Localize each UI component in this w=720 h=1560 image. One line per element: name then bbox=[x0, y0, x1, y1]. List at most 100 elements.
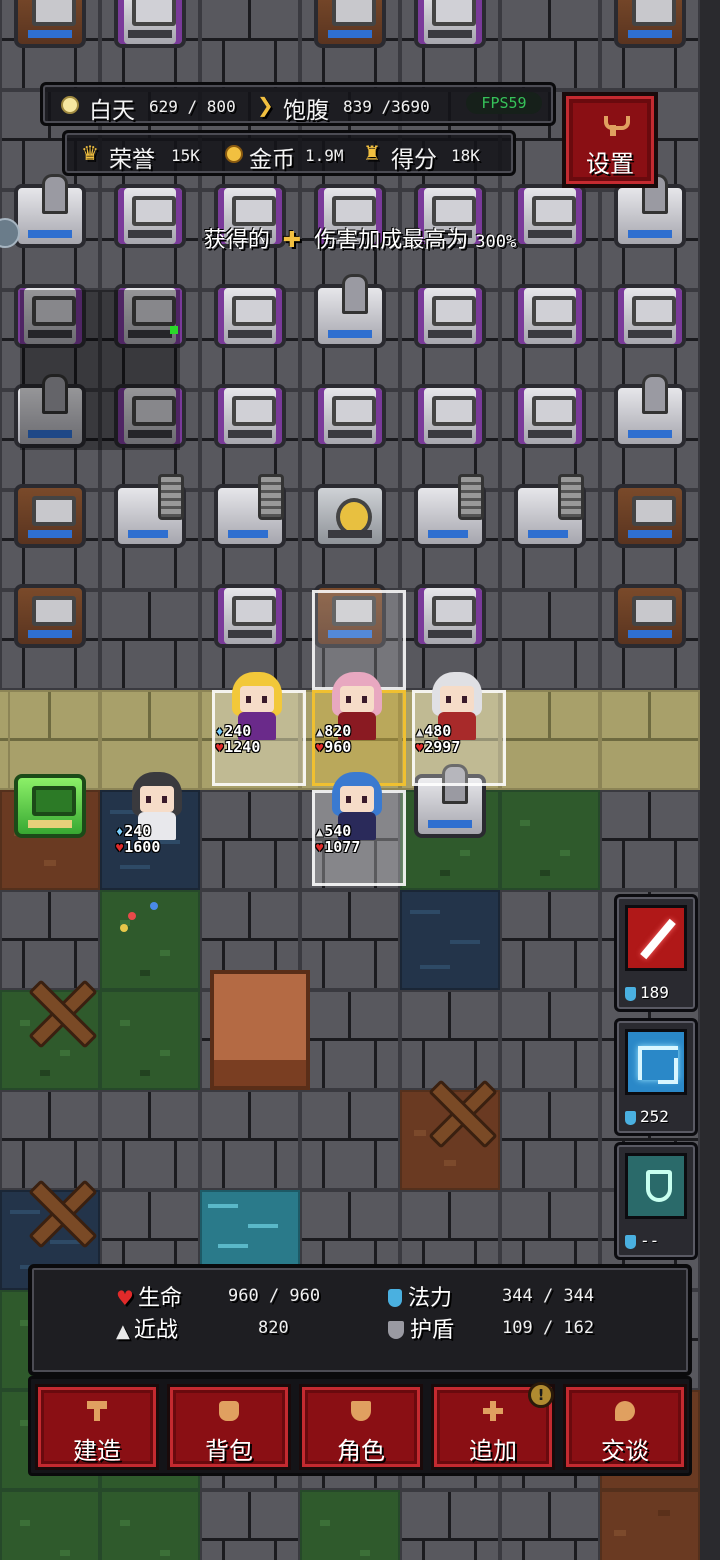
purple-machine bbox=[110, 0, 190, 54]
heart-icon: ♥ bbox=[316, 741, 324, 755]
character-icon bbox=[351, 1401, 371, 1421]
day-value: 629 / 800 bbox=[149, 97, 236, 116]
green-machine bbox=[10, 766, 90, 844]
turret-machine bbox=[310, 274, 390, 354]
machine-body bbox=[214, 384, 286, 448]
backpack-button[interactable]: 背包 bbox=[167, 1384, 291, 1470]
skill-shield[interactable]: -- bbox=[614, 1142, 698, 1260]
score-value: 18K bbox=[451, 146, 480, 165]
gold-label: 金币 bbox=[249, 147, 295, 173]
build-button[interactable]: 建造 bbox=[35, 1384, 159, 1470]
machine-body bbox=[14, 774, 86, 838]
hero-hp-value: 1600 bbox=[124, 838, 161, 856]
floor-tile-water bbox=[400, 890, 500, 990]
machine-body bbox=[414, 474, 486, 548]
floor-tile-stone bbox=[500, 0, 600, 90]
purple-machine bbox=[310, 376, 390, 454]
skill-slash[interactable]: 189 bbox=[614, 894, 698, 1012]
sun-icon bbox=[61, 96, 79, 114]
hero-face bbox=[440, 686, 474, 712]
shield-stat: 护盾 bbox=[388, 1312, 454, 1344]
add-label: 追加 bbox=[469, 1437, 517, 1465]
settings-button[interactable]: 设置 bbox=[562, 92, 658, 188]
floor-tile-grass bbox=[100, 990, 200, 1090]
shield-label: 护盾 bbox=[410, 1318, 455, 1343]
purple-machine bbox=[410, 276, 490, 354]
barricade bbox=[20, 970, 100, 1050]
hero-hp: ♥1600 bbox=[116, 840, 160, 856]
score-label: 得分 bbox=[391, 147, 437, 173]
floor-tile-grass bbox=[300, 1490, 400, 1560]
machine-body bbox=[614, 284, 686, 348]
hammer-icon bbox=[87, 1401, 107, 1421]
machine-body bbox=[614, 0, 686, 48]
shadow-overlay bbox=[20, 290, 180, 450]
character-label: 角色 bbox=[337, 1437, 385, 1465]
hunger-value: 839 /3690 bbox=[343, 97, 430, 116]
floor-tile-stone bbox=[500, 890, 600, 990]
sword-icon: ▲ bbox=[416, 725, 424, 739]
floor-tile-sand bbox=[600, 690, 700, 790]
floor-tile-sand bbox=[0, 690, 10, 790]
skill-lightning[interactable]: 252 bbox=[614, 1018, 698, 1136]
purple-machine bbox=[410, 0, 490, 54]
skill-slash-cost-wrap: 189 bbox=[625, 983, 669, 1002]
skill-shield-cost-wrap: -- bbox=[625, 1231, 659, 1250]
hero-hp-value: 1077 bbox=[324, 838, 361, 856]
talk-label: 交谈 bbox=[601, 1437, 649, 1465]
mana-flask-icon bbox=[388, 1289, 402, 1307]
hero-stats-panel: ♥ 生命 960 / 960 法力 344 / 344 ▲ 近战 820 护盾 10… bbox=[28, 1264, 692, 1376]
machine-body bbox=[314, 484, 386, 548]
hp-stat: ♥ 生命 bbox=[116, 1280, 182, 1312]
hp-label: 生命 bbox=[137, 1286, 182, 1311]
notice-percent: 300% bbox=[475, 232, 517, 252]
sword-icon: ▲ bbox=[116, 1321, 130, 1342]
wood-machine bbox=[310, 0, 390, 54]
drill-machine bbox=[110, 474, 190, 554]
heart-icon: ♥ bbox=[316, 841, 324, 855]
hero-face bbox=[140, 786, 174, 812]
gold-value: 1.9M bbox=[305, 146, 344, 165]
plus-icon bbox=[483, 1401, 503, 1421]
wood-machine bbox=[10, 476, 90, 554]
machine-body bbox=[614, 584, 686, 648]
machine-body bbox=[414, 284, 486, 348]
drill-machine bbox=[510, 474, 590, 554]
mana-stat: 法力 bbox=[388, 1280, 452, 1312]
melee-label: 近战 bbox=[133, 1318, 178, 1343]
purple-machine bbox=[410, 376, 490, 454]
floor-tile-stone bbox=[300, 1090, 400, 1190]
lightning-icon bbox=[625, 1029, 687, 1095]
mana-flask-icon bbox=[625, 1234, 636, 1249]
character-button[interactable]: 角色 bbox=[299, 1384, 423, 1470]
alert-badge: ! bbox=[528, 1382, 554, 1408]
skill-slash-cost: 189 bbox=[640, 983, 669, 1002]
machine-body bbox=[114, 0, 186, 48]
machine-body bbox=[14, 484, 86, 548]
machine-body bbox=[514, 384, 586, 448]
backpack-label: 背包 bbox=[205, 1437, 253, 1465]
hero-face bbox=[240, 686, 274, 712]
purple-machine bbox=[210, 576, 290, 654]
shield-value: 109 / 162 bbox=[502, 1318, 595, 1338]
backpack-icon bbox=[219, 1401, 239, 1421]
hero-hp: ♥2997 bbox=[416, 740, 460, 756]
talk-button[interactable]: 交谈 bbox=[563, 1384, 687, 1470]
purple-machine bbox=[210, 376, 290, 454]
hero-hp-value: 1240 bbox=[224, 738, 261, 756]
mana-flask-icon bbox=[625, 1110, 636, 1125]
turret-machine bbox=[610, 374, 690, 454]
purple-machine bbox=[510, 376, 590, 454]
machine-body bbox=[414, 384, 486, 448]
bottom-menu: 建造 背包 角色 追加 交谈 bbox=[28, 1376, 692, 1476]
floor-tile-stone bbox=[600, 790, 700, 890]
wood-machine bbox=[10, 0, 90, 54]
floor-tile-stone bbox=[300, 890, 400, 990]
mana-flask-icon bbox=[625, 986, 636, 1001]
purple-machine bbox=[210, 276, 290, 354]
skill-lightning-cost: 252 bbox=[640, 1107, 669, 1126]
machine-body bbox=[314, 274, 386, 348]
machine-body bbox=[614, 484, 686, 548]
machine-body bbox=[14, 0, 86, 48]
floor-tile-stone bbox=[100, 590, 200, 690]
